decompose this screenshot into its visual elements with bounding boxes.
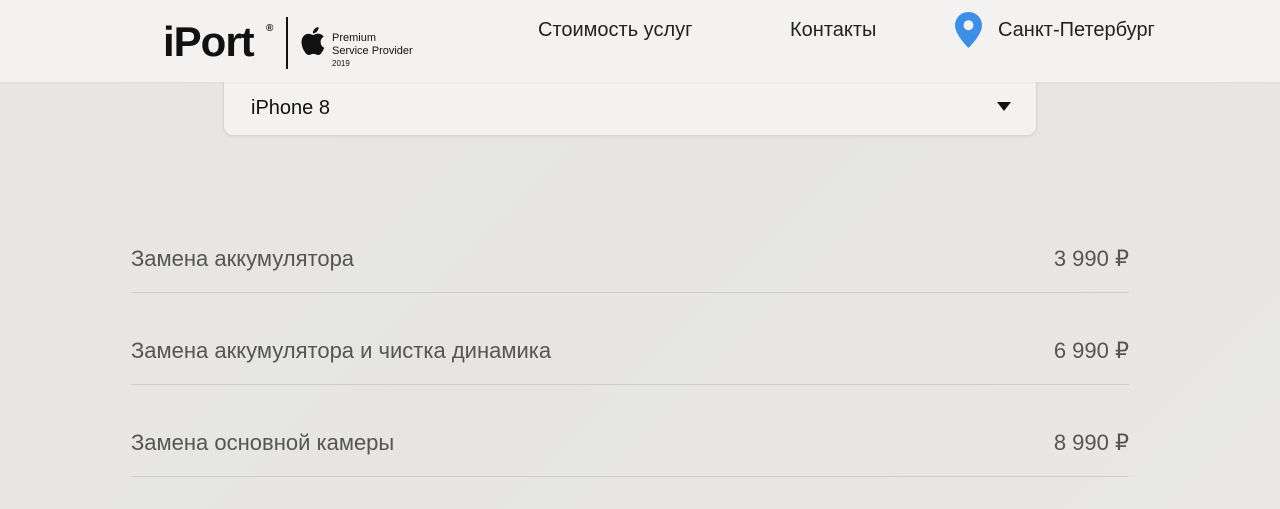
service-price: 3 990 ₽ — [1053, 246, 1129, 271]
service-row[interactable]: Замена аккумулятора 3 990 ₽ — [131, 201, 1129, 293]
service-row[interactable]: Замена основной камеры 8 990 ₽ — [131, 385, 1129, 477]
selected-model: iPhone 8 — [251, 97, 330, 119]
premium-provider-badge: Premium Service Provider 2019 — [332, 32, 413, 70]
service-price: 6 990 ₽ — [1053, 338, 1129, 363]
iport-logo[interactable]: iPort ® Premium Service Provider 2019 — [163, 17, 413, 69]
location-pin-icon — [955, 12, 982, 48]
nav-services-pricing[interactable]: Стоимость услуг — [538, 17, 692, 43]
service-name: Замена аккумулятора — [131, 246, 355, 271]
service-name: Замена аккумулятора и чистка динамика — [131, 338, 552, 363]
provider-line-2: Service Provider — [332, 45, 413, 57]
nav-contacts[interactable]: Контакты — [790, 17, 876, 43]
logo-divider — [286, 17, 288, 69]
service-name: Замена основной камеры — [131, 430, 395, 455]
dropdown-arrow-icon — [997, 102, 1011, 111]
service-price: 8 990 ₽ — [1053, 430, 1129, 455]
logo-wordmark: iPort — [163, 18, 255, 65]
city-selector[interactable]: Санкт-Петербург — [955, 12, 1155, 48]
apple-icon — [301, 27, 325, 56]
provider-year: 2019 — [332, 59, 350, 68]
service-row[interactable]: Замена аккумулятора и чистка динамика 6 … — [131, 293, 1129, 385]
service-price-list: Замена аккумулятора 3 990 ₽ Замена аккум… — [131, 201, 1129, 477]
registered-mark: ® — [266, 23, 274, 34]
provider-line-1: Premium — [332, 32, 377, 44]
site-header: iPort ® Premium Service Provider 2019 Ст… — [0, 0, 1280, 82]
city-label: Санкт-Петербург — [998, 18, 1155, 41]
